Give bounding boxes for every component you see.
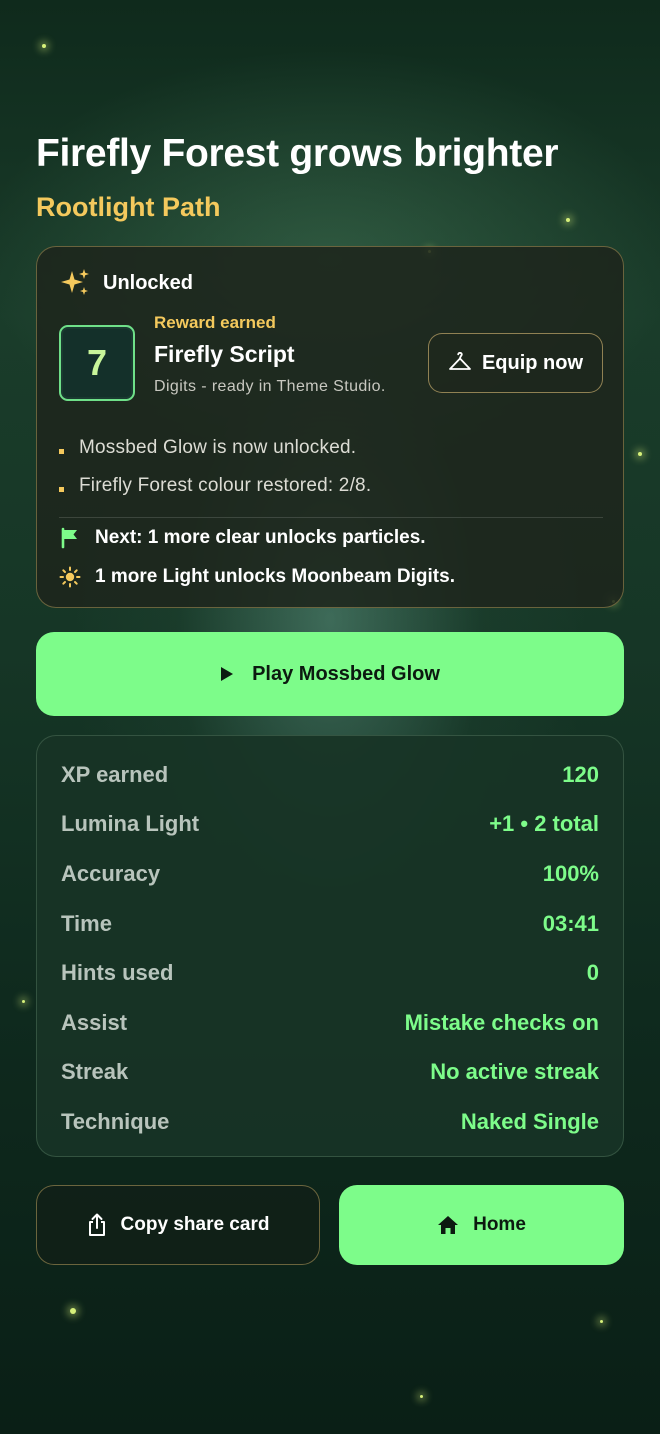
reward-digit-tile: 7 xyxy=(59,325,135,401)
next-unlock-text: Next: 1 more clear unlocks particles. xyxy=(95,527,426,548)
stat-row-hints: Hints used 0 xyxy=(61,948,599,998)
divider xyxy=(59,517,603,518)
stat-label: Hints used xyxy=(61,960,174,986)
sun-icon xyxy=(59,566,81,588)
stat-label: Time xyxy=(61,910,112,936)
sparkles-icon xyxy=(59,267,91,299)
stat-value: No active streak xyxy=(430,1059,599,1085)
stat-label: Assist xyxy=(61,1009,128,1035)
bullet-marker xyxy=(59,448,64,454)
stat-row-streak: Streak No active streak xyxy=(61,1048,599,1098)
copy-share-card-button[interactable]: Copy share card xyxy=(36,1185,320,1265)
stat-label: Streak xyxy=(61,1059,129,1085)
next-unlock-row: Next: 1 more clear unlocks particles. xyxy=(59,527,426,549)
home-icon xyxy=(437,1215,459,1235)
stat-label: Accuracy xyxy=(61,860,161,886)
hanger-icon xyxy=(448,352,472,374)
stat-value: 100% xyxy=(542,860,599,886)
home-button-label: Home xyxy=(473,1214,526,1235)
home-button[interactable]: Home xyxy=(339,1185,624,1265)
reward-description: Digits - ready in Theme Studio. xyxy=(154,378,386,395)
stat-row-technique: Technique Naked Single xyxy=(61,1097,599,1147)
play-button-label: Play Mossbed Glow xyxy=(252,662,440,685)
play-mossbed-glow-button[interactable]: Play Mossbed Glow xyxy=(36,632,624,716)
light-unlock-text: 1 more Light unlocks Moonbeam Digits. xyxy=(95,566,455,587)
stat-value: 03:41 xyxy=(542,910,599,936)
list-item: Firefly Forest colour restored: 2/8. xyxy=(59,467,371,505)
stat-value: 0 xyxy=(586,960,599,986)
bullet-text: Mossbed Glow is now unlocked. xyxy=(79,437,357,458)
stat-row-assist: Assist Mistake checks on xyxy=(61,998,599,1048)
unlocked-label: Unlocked xyxy=(103,271,194,294)
stat-label: XP earned xyxy=(61,761,169,787)
stat-value: Naked Single xyxy=(460,1108,599,1134)
stat-row-time: Time 03:41 xyxy=(61,899,599,949)
bullet-text: Firefly Forest colour restored: 2/8. xyxy=(79,475,372,496)
stat-row-lumina-light: Lumina Light +1 • 2 total xyxy=(61,800,599,850)
reward-digit: 7 xyxy=(86,342,108,383)
page-title: Firefly Forest grows brighter xyxy=(36,132,559,175)
reward-eyebrow: Reward earned xyxy=(154,313,276,332)
unlocked-status: Unlocked xyxy=(59,267,193,299)
page-subtitle: Rootlight Path xyxy=(36,192,221,222)
light-unlock-row: 1 more Light unlocks Moonbeam Digits. xyxy=(59,566,455,588)
reward-card: Unlocked 7 Reward earned Firefly Script … xyxy=(36,246,624,608)
reward-name: Firefly Script xyxy=(154,341,295,367)
unlock-bullets: Mossbed Glow is now unlocked. Firefly Fo… xyxy=(59,429,371,505)
play-icon xyxy=(220,666,234,682)
bullet-marker xyxy=(59,486,64,492)
stat-value: Mistake checks on xyxy=(404,1009,599,1035)
stat-label: Lumina Light xyxy=(61,811,200,837)
share-button-label: Copy share card xyxy=(120,1214,270,1235)
share-icon xyxy=(87,1213,107,1237)
equip-now-button[interactable]: Equip now xyxy=(428,333,603,393)
stat-row-xp: XP earned 120 xyxy=(61,750,599,800)
list-item: Mossbed Glow is now unlocked. xyxy=(59,429,371,467)
stat-value: +1 • 2 total xyxy=(489,811,599,837)
equip-now-label: Equip now xyxy=(481,351,584,374)
stats-card: XP earned 120 Lumina Light +1 • 2 total … xyxy=(36,735,624,1157)
flag-icon xyxy=(59,527,81,549)
stat-row-accuracy: Accuracy 100% xyxy=(61,849,599,899)
stat-value: 120 xyxy=(562,761,599,787)
stat-label: Technique xyxy=(61,1108,170,1134)
